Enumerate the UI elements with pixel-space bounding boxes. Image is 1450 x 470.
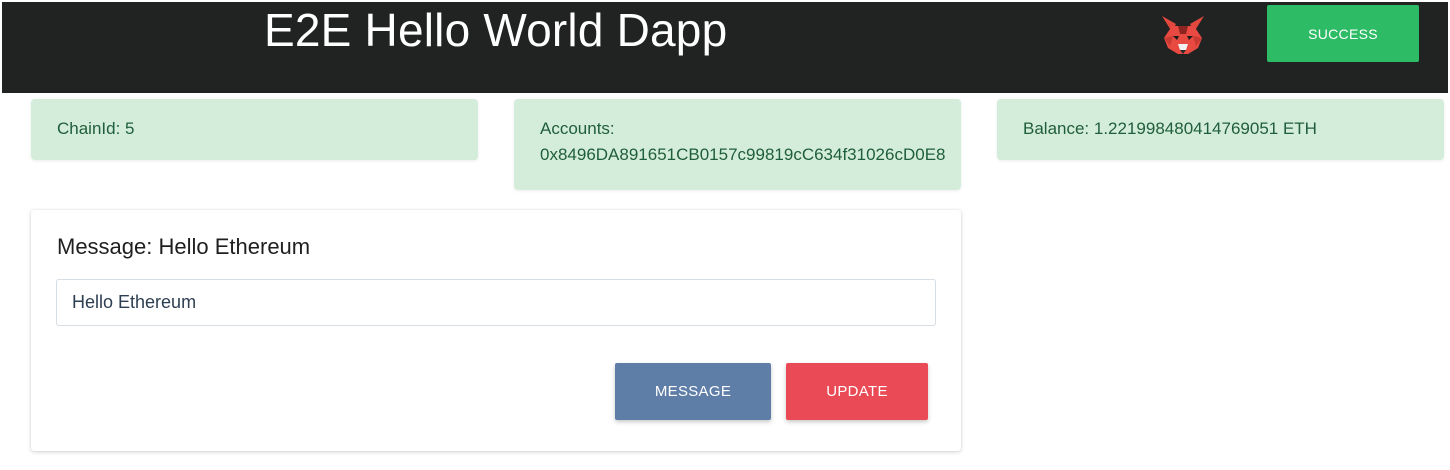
success-status-button[interactable]: SUCCESS (1267, 5, 1419, 62)
message-heading: Message: Hello Ethereum (57, 234, 311, 259)
metamask-fox-icon[interactable] (1160, 14, 1206, 56)
chain-id-card: ChainId: 5 (31, 99, 478, 160)
balance-text: Balance: 1.221998480414769051 ETH (1023, 119, 1317, 138)
app-header: E2E Hello World Dapp SUCCESS (2, 2, 1448, 93)
accounts-label: Accounts: (540, 119, 615, 138)
chain-id-text: ChainId: 5 (57, 119, 135, 138)
accounts-card: Accounts: 0x8496DA891651CB0157c99819cC63… (514, 99, 961, 190)
message-panel: Message: Hello Ethereum MESSAGE UPDATE (31, 210, 961, 451)
accounts-address: 0x8496DA891651CB0157c99819cC634f31026cD0… (540, 145, 946, 164)
balance-card: Balance: 1.221998480414769051 ETH (997, 99, 1444, 160)
message-input[interactable] (56, 279, 936, 326)
message-button[interactable]: MESSAGE (615, 363, 771, 420)
update-button[interactable]: UPDATE (786, 363, 928, 420)
app-title: E2E Hello World Dapp (264, 4, 728, 56)
